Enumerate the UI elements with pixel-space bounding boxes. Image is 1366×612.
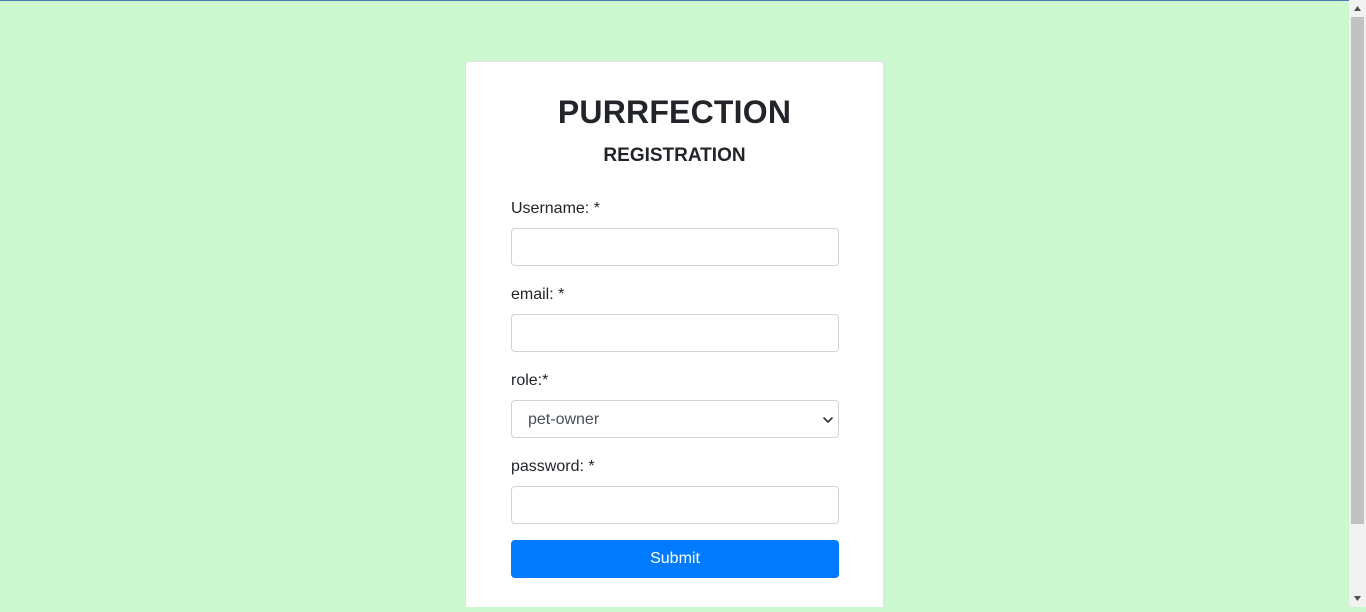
triangle-down-icon[interactable] <box>1349 590 1366 607</box>
password-label: password: * <box>511 458 595 475</box>
page-viewport: PURRFECTION REGISTRATION Username: * ema… <box>0 0 1349 607</box>
email-input[interactable] <box>511 314 839 352</box>
scrollbar-thumb[interactable] <box>1351 17 1364 524</box>
top-border-line <box>0 0 1349 1</box>
registration-card: PURRFECTION REGISTRATION Username: * ema… <box>465 61 884 607</box>
password-input[interactable] <box>511 486 839 524</box>
username-label: Username: * <box>511 200 600 217</box>
username-input[interactable] <box>511 228 839 266</box>
chevron-down-icon <box>822 413 834 425</box>
email-label: email: * <box>511 286 565 303</box>
triangle-up-icon[interactable] <box>1349 0 1366 17</box>
role-select-value: pet-owner <box>528 411 600 428</box>
brand-title: PURRFECTION <box>557 94 792 130</box>
role-label: role:* <box>511 372 549 389</box>
submit-button[interactable]: Submit <box>511 540 839 578</box>
vertical-scrollbar[interactable] <box>1349 0 1366 607</box>
form-subtitle: REGISTRATION <box>603 145 746 166</box>
role-select[interactable]: pet-owner <box>511 400 839 438</box>
